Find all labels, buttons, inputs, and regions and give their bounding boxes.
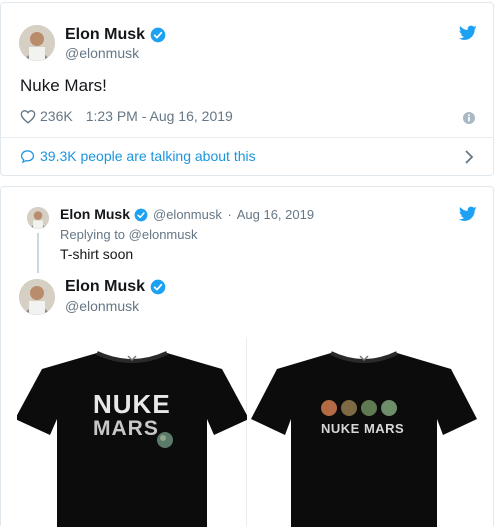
speech-bubble-icon xyxy=(20,149,35,163)
tshirt-image-left[interactable]: NUKE MARS xyxy=(17,347,247,527)
reply-text: T-shirt soon xyxy=(60,246,134,262)
chevron-right-icon[interactable] xyxy=(464,149,474,165)
avatar[interactable] xyxy=(19,279,55,315)
avatar-reply[interactable] xyxy=(27,207,49,229)
conversation-count[interactable]: 39.3K people are talking about this xyxy=(40,148,256,164)
author-name[interactable]: Elon Musk xyxy=(65,26,145,44)
twitter-bird-icon[interactable] xyxy=(459,206,477,222)
author-handle[interactable]: @elonmusk xyxy=(65,298,139,314)
tweet-card-main: Elon Musk @elonmusk Nuke Mars! 236K 1:23… xyxy=(0,2,494,176)
reply-date[interactable]: Aug 16, 2019 xyxy=(237,207,314,222)
conversation-link[interactable]: 39.3K people are talking about this xyxy=(20,148,256,164)
tweet-meta: 236K 1:23 PM - Aug 16, 2019 xyxy=(20,108,233,124)
shirt-text-nuke-mars: NUKE MARS xyxy=(321,421,405,436)
tshirt-image-right[interactable]: NUKE MARS xyxy=(251,347,477,527)
tweet-timestamp[interactable]: 1:23 PM - Aug 16, 2019 xyxy=(86,108,233,124)
reply-thread-line xyxy=(37,233,39,273)
verified-badge-icon xyxy=(150,27,166,43)
avatar-image xyxy=(19,25,55,61)
tshirt-right-icon xyxy=(251,351,477,527)
reply-handle[interactable]: @elonmusk xyxy=(153,207,222,222)
avatar[interactable] xyxy=(19,25,55,61)
shirt-text-nuke: NUKE xyxy=(93,389,171,419)
tweet-text: Nuke Mars! xyxy=(20,76,107,95)
avatar-image xyxy=(19,279,55,315)
tweet-card-embed: Elon Musk @elonmusk · Aug 16, 2019 Reply… xyxy=(0,186,494,527)
avatar-image xyxy=(27,207,49,229)
like-count[interactable]: 236K xyxy=(40,108,73,124)
heart-icon[interactable] xyxy=(20,109,36,124)
author-name[interactable]: Elon Musk xyxy=(65,278,145,296)
reply-author-name[interactable]: Elon Musk xyxy=(60,206,130,222)
date-separator: · xyxy=(227,207,232,222)
shirt-text-mars: MARS xyxy=(93,417,159,440)
verified-badge-icon xyxy=(134,208,148,222)
divider xyxy=(1,137,493,138)
author-handle[interactable]: @elonmusk xyxy=(65,45,139,61)
verified-badge-icon xyxy=(150,279,166,295)
replying-to[interactable]: Replying to @elonmusk xyxy=(60,227,197,242)
twitter-bird-icon[interactable] xyxy=(459,25,477,41)
info-icon[interactable] xyxy=(463,112,475,124)
reply-author-handle: @elonmusk · Aug 16, 2019 xyxy=(153,207,314,222)
